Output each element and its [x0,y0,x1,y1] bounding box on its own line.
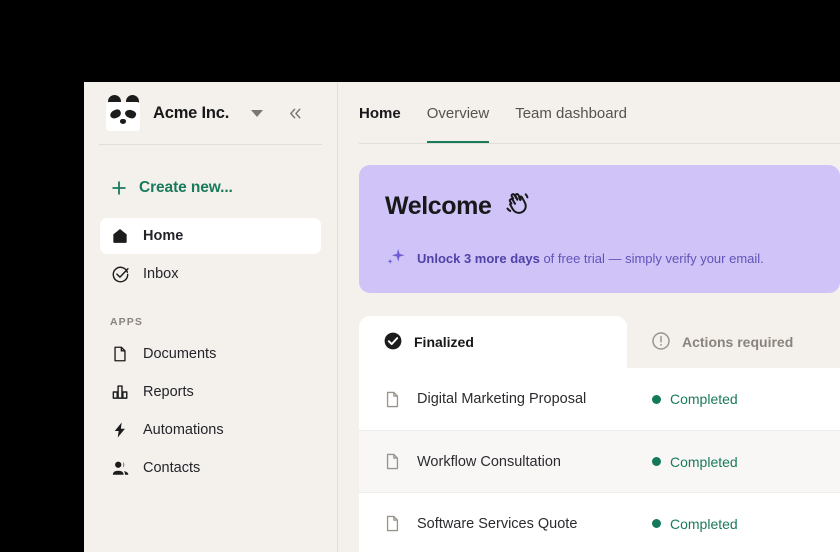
topnav-rule [359,143,840,144]
trial-rest-text: of free trial — simply verify your email… [539,251,764,266]
sidebar-item-label: Documents [143,346,217,362]
app-window: Acme Inc. Create new... Home Inbox APPS … [84,82,840,552]
tab-finalized[interactable]: Finalized [359,316,627,368]
check-circle-icon [110,264,130,284]
status-badge: Completed [652,454,816,470]
status-label: Completed [670,391,738,407]
home-icon [110,226,130,246]
sidebar-item-automations[interactable]: Automations [100,412,321,448]
workspace-switcher[interactable]: Acme Inc. [100,82,321,144]
welcome-banner: Welcome Unlock 3 more days of free trial… [359,165,840,293]
tab-team-dashboard[interactable]: Team dashboard [515,82,627,144]
main-area: Home Overview Team dashboard Welcome Unl… [338,82,840,552]
status-badge: Completed [652,391,816,407]
status-label: Completed [670,515,738,532]
welcome-title-row: Welcome [385,189,814,224]
sidebar-item-label: Inbox [143,266,179,282]
people-icon [110,458,130,478]
status-badge: Completed [652,516,816,532]
welcome-title: Welcome [385,192,492,220]
alert-circle-icon [651,331,671,354]
tab-label: Finalized [414,334,474,350]
create-new-label: Create new... [139,179,233,196]
content-area: Welcome Unlock 3 more days of free trial… [338,144,840,552]
sidebar-divider [99,144,322,145]
documents-tabs: Finalized Actions required [359,316,840,368]
workspace-name: Acme Inc. [153,103,230,122]
sidebar-item-contacts[interactable]: Contacts [100,450,321,486]
sidebar-item-inbox[interactable]: Inbox [100,256,321,292]
table-row[interactable]: Software Services Quote Completed [359,492,840,552]
sidebar-item-label: Automations [143,422,224,438]
sparkle-icon [385,246,407,271]
status-dot-icon [652,457,661,466]
table-row[interactable]: Digital Marketing Proposal Completed [359,368,840,430]
file-icon [110,344,130,364]
waving-hand-icon [504,189,532,224]
top-navigation: Home Overview Team dashboard [338,82,840,144]
bar-chart-icon [110,382,130,402]
caret-down-icon[interactable] [251,109,264,117]
documents-list: Digital Marketing Proposal Completed Wor… [359,368,840,552]
sidebar-item-documents[interactable]: Documents [100,336,321,372]
file-icon [383,390,405,409]
chevrons-left-icon[interactable] [287,105,304,122]
sidebar-item-label: Home [143,228,184,244]
tab-overview[interactable]: Overview [426,82,489,144]
sidebar-item-reports[interactable]: Reports [100,374,321,410]
document-name: Digital Marketing Proposal [417,391,587,407]
tab-label: Actions required [682,334,794,350]
sidebar-item-home[interactable]: Home [100,218,321,254]
sidebar-item-label: Contacts [143,460,201,476]
document-name: Software Services Quote [417,515,578,532]
trial-text: Unlock 3 more days of free trial — simpl… [417,251,764,266]
check-circle-filled-icon [383,331,403,354]
status-dot-icon [652,519,661,528]
document-name: Workflow Consultation [417,453,561,470]
status-label: Completed [670,453,738,470]
panda-logo-icon [104,95,142,131]
sidebar-item-label: Reports [143,384,194,400]
file-icon [383,514,405,533]
file-icon [383,452,405,471]
create-new-button[interactable]: Create new... [100,173,321,203]
sidebar: Acme Inc. Create new... Home Inbox APPS … [84,82,338,552]
plus-icon [110,179,128,197]
page-title: Home [359,104,401,122]
lightning-bolt-icon [110,420,130,440]
trial-bold-text: Unlock 3 more days [417,251,540,266]
trial-notice: Unlock 3 more days of free trial — simpl… [385,246,814,271]
table-row[interactable]: Workflow Consultation Completed [359,430,840,492]
tab-actions-required[interactable]: Actions required [627,316,823,368]
apps-section-label: APPS [110,316,143,328]
status-dot-icon [652,394,661,404]
